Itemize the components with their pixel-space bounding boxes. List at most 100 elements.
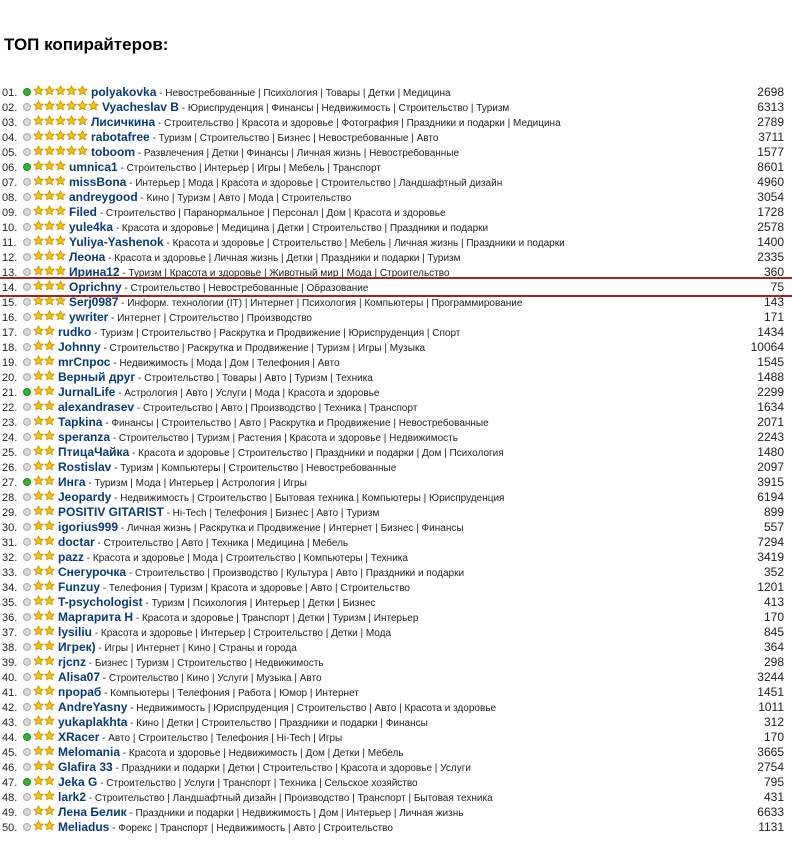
copywriter-name-link[interactable]: Jeka G	[58, 775, 97, 789]
copywriter-name-link[interactable]: polyakovka	[91, 85, 156, 99]
categories: - Строительство | Ландшафтный дизайн | П…	[86, 793, 493, 804]
star-icon	[55, 145, 66, 156]
copywriter-name-link[interactable]: lark2	[58, 790, 86, 804]
star-icon	[77, 85, 88, 96]
copywriter-name-link[interactable]: Serj0987	[69, 295, 118, 309]
copywriter-name-link[interactable]: Маргарита Н	[58, 610, 133, 624]
copywriter-name-link[interactable]: Игрек)	[58, 640, 96, 654]
copywriter-name-link[interactable]: Tapkina	[58, 415, 102, 429]
copywriter-name-link[interactable]: alexandrasev	[58, 400, 134, 414]
table-row: 04. rabotafree - Туризм | Строительство |…	[0, 130, 792, 145]
copywriter-name-link[interactable]: Melomania	[58, 745, 120, 759]
offline-status-icon	[23, 718, 31, 727]
star-icon	[44, 775, 55, 786]
copywriter-name-link[interactable]: Glafira 33	[58, 760, 113, 774]
copywriter-name-link[interactable]: rudko	[58, 325, 91, 339]
copywriter-name-link[interactable]: Верный друг	[58, 370, 135, 384]
offline-status-icon	[23, 583, 31, 592]
table-row: 15. Serj0987 - Информ. технологии (IT) | …	[0, 295, 792, 310]
count-value: 2299	[757, 385, 784, 399]
table-row: 46. Glafira 33 - Праздники и подарки | Де…	[0, 760, 792, 775]
copywriter-name-link[interactable]: ywriter	[69, 310, 108, 324]
copywriter-name-link[interactable]: igorius999	[58, 520, 118, 534]
copywriter-name-link[interactable]: yukaplakhta	[58, 715, 127, 729]
copywriter-name-link[interactable]: T-psychologist	[58, 595, 143, 609]
star-icon	[33, 445, 44, 456]
copywriter-name-link[interactable]: rabotafree	[91, 130, 150, 144]
copywriter-name-link[interactable]: Снегурочка	[58, 565, 126, 579]
copywriter-name-link[interactable]: missBona	[69, 175, 126, 189]
count-value: 1634	[757, 400, 784, 414]
copywriter-name-link[interactable]: Meliadus	[58, 820, 109, 834]
copywriter-name-link[interactable]: Oprichny	[69, 280, 122, 294]
rank-number: 49.	[2, 807, 18, 819]
categories: - Строительство | Авто | Техника | Медиц…	[94, 538, 349, 549]
categories: - Строительство | Услуги | Транспорт | Т…	[97, 778, 418, 789]
table-row: 11. Yuliya-Yashenok - Красота и здоровье …	[0, 235, 792, 250]
rating-stars	[33, 805, 55, 820]
copywriter-name-link[interactable]: Yuliya-Yashenok	[69, 235, 164, 249]
copywriter-name-link[interactable]: Лисичкина	[91, 115, 155, 129]
copywriter-name-link[interactable]: yule4ka	[69, 220, 113, 234]
copywriter-name-link[interactable]: Леона	[69, 250, 105, 264]
categories: - Строительство | Красота и здоровье | Ф…	[155, 118, 561, 129]
categories: - Строительство | Раскрутка и Продвижени…	[100, 343, 426, 354]
categories: - Строительство | Невостребованные | Обр…	[121, 283, 369, 294]
copywriter-name-link[interactable]: Johnny	[58, 340, 101, 354]
categories: - Туризм | Психология | Интерьер | Детки…	[142, 598, 376, 609]
copywriter-name-link[interactable]: XRacer	[58, 730, 99, 744]
copywriter-name-link[interactable]: Funzuy	[58, 580, 100, 594]
copywriter-name-link[interactable]: Vyacheslav B	[102, 100, 179, 114]
table-row: 34. Funzuy - Телефония | Туризм | Красота…	[0, 580, 792, 595]
table-row: 48. lark2 - Строительство | Ландшафтный д…	[0, 790, 792, 805]
copywriter-name-link[interactable]: rjcnz	[58, 655, 86, 669]
copywriter-name-link[interactable]: Лена Белик	[58, 805, 127, 819]
star-icon	[44, 190, 55, 201]
copywriter-name-link[interactable]: andreygood	[69, 190, 138, 204]
star-icon	[44, 820, 55, 831]
star-icon	[66, 115, 77, 126]
copywriter-name-link[interactable]: прораб	[58, 685, 101, 699]
table-row: 06. umnica1 - Строительство | Интерьер | …	[0, 160, 792, 175]
copywriter-name-link[interactable]: toboom	[91, 145, 135, 159]
online-status-icon	[23, 88, 31, 97]
offline-status-icon	[23, 343, 31, 352]
star-icon	[44, 175, 55, 186]
highlight-top-line	[0, 277, 792, 279]
copywriter-name-link[interactable]: mrСпрос	[58, 355, 110, 369]
copywriter-name-link[interactable]: POSITIV GITARIST	[58, 505, 164, 519]
offline-status-icon	[23, 208, 31, 217]
copywriter-name-link[interactable]: umnica1	[69, 160, 118, 174]
copywriter-name-link[interactable]: JurnalLife	[58, 385, 115, 399]
star-icon	[77, 115, 88, 126]
count-value: 1011	[758, 700, 784, 714]
copywriter-name-link[interactable]: doctar	[58, 535, 95, 549]
copywriter-name-link[interactable]: Filed	[69, 205, 97, 219]
rating-stars	[33, 655, 55, 670]
offline-status-icon	[23, 448, 31, 457]
copywriter-name-link[interactable]: speranza	[58, 430, 110, 444]
rating-stars	[33, 625, 55, 640]
categories: - Развлечения | Детки | Финансы | Личная…	[135, 148, 460, 159]
rating-stars	[33, 595, 55, 610]
star-icon	[44, 280, 55, 291]
copywriter-name-link[interactable]: lysiliu	[58, 625, 92, 639]
count-value: 2578	[757, 220, 784, 234]
rank-number: 42.	[2, 702, 18, 714]
rank-number: 45.	[2, 747, 18, 759]
copywriter-name-link[interactable]: Jeopardy	[58, 490, 111, 504]
copywriter-name-link[interactable]: Alisa07	[58, 670, 100, 684]
rating-stars	[33, 790, 55, 805]
copywriter-name-link[interactable]: pazz	[58, 550, 84, 564]
table-row: 45. Melomania - Красота и здоровье | Недв…	[0, 745, 792, 760]
copywriter-name-link[interactable]: ПтицаЧайка	[58, 445, 129, 459]
rank-number: 15.	[2, 297, 18, 309]
rank-number: 39.	[2, 657, 18, 669]
count-value: 1728	[757, 205, 784, 219]
rating-stars	[33, 460, 55, 475]
copywriter-name-link[interactable]: AndreYasny	[58, 700, 127, 714]
copywriter-name-link[interactable]: Инга	[58, 475, 86, 489]
star-icon	[44, 610, 55, 621]
star-icon	[44, 760, 55, 771]
copywriter-name-link[interactable]: Rostislav	[58, 460, 111, 474]
